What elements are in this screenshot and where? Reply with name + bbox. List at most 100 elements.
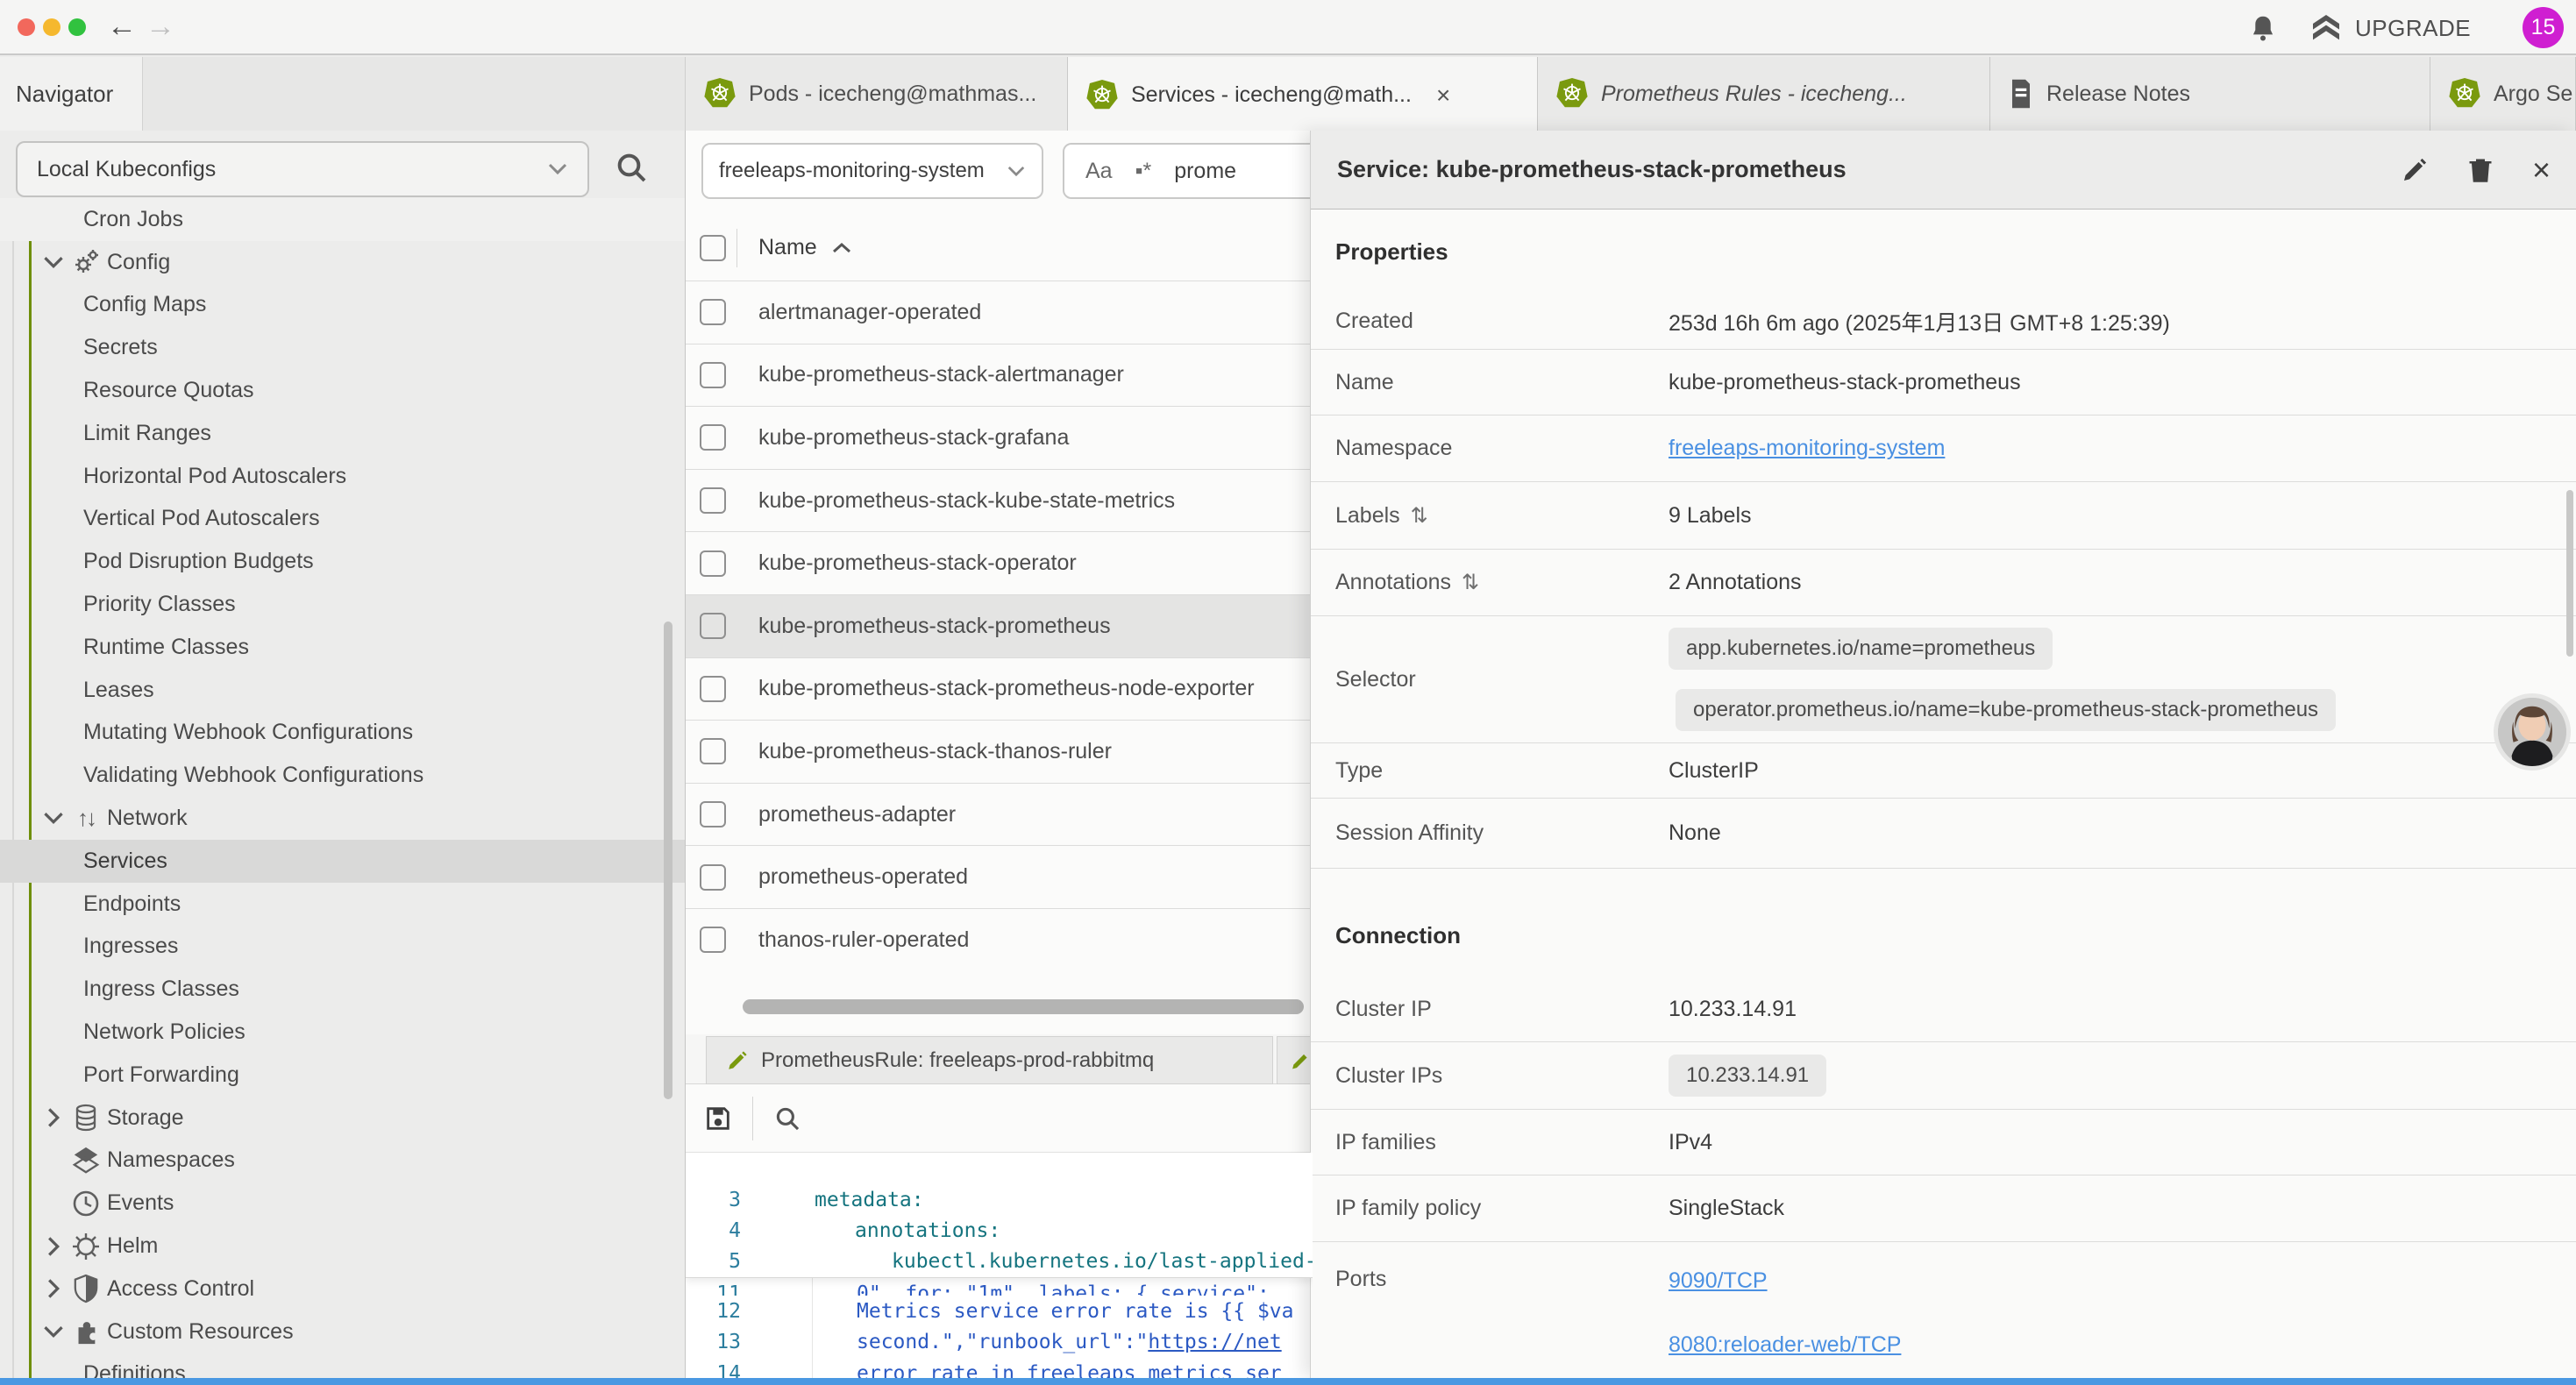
- panel-scrollbar[interactable]: [2566, 490, 2573, 657]
- yaml-link[interactable]: https://net: [1148, 1331, 1281, 1353]
- chevron-down-icon[interactable]: [39, 811, 68, 826]
- sidebar-item-network-policies[interactable]: Network Policies: [0, 1011, 686, 1054]
- table-row[interactable]: prometheus-operated: [686, 845, 1313, 908]
- sidebar-item-custom-resources[interactable]: Custom Resources: [0, 1310, 686, 1353]
- sidebar-item-network[interactable]: ↑↓Network: [0, 797, 686, 840]
- sidebar-item-horizontal-pod-autoscalers[interactable]: Horizontal Pod Autoscalers: [0, 455, 686, 498]
- table-row[interactable]: kube-prometheus-stack-grafana: [686, 406, 1313, 469]
- row-checkbox[interactable]: [700, 864, 726, 891]
- sidebar-item-ingresses[interactable]: Ingresses: [0, 926, 686, 969]
- tab-services-icecheng-math[interactable]: Services - icecheng@math...×: [1068, 57, 1538, 133]
- table-row[interactable]: kube-prometheus-stack-prometheus: [686, 594, 1313, 657]
- tab-release-notes[interactable]: Release Notes: [1990, 57, 2430, 131]
- search-icon[interactable]: [614, 150, 649, 185]
- chevron-down-icon[interactable]: [39, 1325, 68, 1339]
- sort-ascending-icon[interactable]: [831, 242, 852, 254]
- horizontal-scrollbar[interactable]: [743, 999, 1304, 1014]
- row-checkbox[interactable]: [700, 676, 726, 702]
- match-case-icon[interactable]: Aa: [1085, 159, 1113, 184]
- sidebar-item-storage[interactable]: Storage: [0, 1097, 686, 1140]
- row-checkbox[interactable]: [700, 424, 726, 451]
- assistant-avatar[interactable]: [2494, 693, 2571, 771]
- sidebar-item-definitions[interactable]: Definitions: [0, 1353, 686, 1378]
- port-link[interactable]: 8080:reloader-web/TCP: [1669, 1332, 1901, 1358]
- back-arrow-icon[interactable]: ←: [107, 9, 137, 44]
- sidebar-item-vertical-pod-autoscalers[interactable]: Vertical Pod Autoscalers: [0, 498, 686, 541]
- sidebar-item-runtime-classes[interactable]: Runtime Classes: [0, 626, 686, 669]
- yaml-text: Metrics service error rate is {{ $va: [857, 1300, 1294, 1323]
- close-panel-icon[interactable]: ×: [2532, 156, 2551, 184]
- sidebar-item-pod-disruption-budgets[interactable]: Pod Disruption Budgets: [0, 540, 686, 583]
- close-window-button[interactable]: [18, 18, 35, 36]
- sidebar-item-endpoints[interactable]: Endpoints: [0, 883, 686, 926]
- row-checkbox[interactable]: [700, 738, 726, 764]
- port-link[interactable]: 9090/TCP: [1669, 1268, 1768, 1294]
- row-checkbox[interactable]: [700, 801, 726, 827]
- sidebar-item-helm[interactable]: Helm: [0, 1225, 686, 1268]
- sort-updown-icon[interactable]: ⇅: [1462, 570, 1479, 595]
- minimize-window-button[interactable]: [43, 18, 60, 36]
- chevron-right-icon[interactable]: [39, 1277, 68, 1300]
- namespace-link[interactable]: freeleaps-monitoring-system: [1669, 436, 1945, 461]
- namespace-select[interactable]: freeleaps-monitoring-system: [701, 143, 1043, 199]
- delete-trash-icon[interactable]: [2467, 155, 2494, 185]
- sidebar-item-events[interactable]: Events: [0, 1182, 686, 1225]
- sidebar-scrollbar[interactable]: [664, 621, 672, 1099]
- sidebar-item-config[interactable]: Config: [0, 241, 686, 284]
- sidebar-item-resource-quotas[interactable]: Resource Quotas: [0, 369, 686, 412]
- chevron-down-icon[interactable]: [39, 255, 68, 270]
- row-checkbox[interactable]: [700, 299, 726, 325]
- sidebar-item-limit-ranges[interactable]: Limit Ranges: [0, 412, 686, 455]
- save-icon[interactable]: [703, 1104, 733, 1133]
- tab-prometheus-rules-icecheng[interactable]: Prometheus Rules - icecheng...: [1538, 57, 1990, 131]
- row-checkbox[interactable]: [700, 362, 726, 388]
- sidebar-item-priority-classes[interactable]: Priority Classes: [0, 583, 686, 626]
- tab-pods-icecheng-mathmas[interactable]: Pods - icecheng@mathmas...: [686, 57, 1068, 131]
- chevron-right-icon[interactable]: [39, 1106, 68, 1129]
- table-row[interactable]: kube-prometheus-stack-kube-state-metrics: [686, 469, 1313, 532]
- sidebar-item-config-maps[interactable]: Config Maps: [0, 284, 686, 327]
- name-column-header[interactable]: Name: [758, 235, 817, 260]
- row-checkbox[interactable]: [700, 927, 726, 953]
- table-row[interactable]: kube-prometheus-stack-prometheus-node-ex…: [686, 657, 1313, 721]
- table-row[interactable]: thanos-ruler-operated: [686, 908, 1313, 971]
- editor-tab-partial[interactable]: [1277, 1036, 1313, 1084]
- regex-icon[interactable]: ▪*: [1135, 159, 1152, 184]
- table-row[interactable]: kube-prometheus-stack-thanos-ruler: [686, 720, 1313, 783]
- sidebar-item-cron-jobs[interactable]: Cron Jobs: [0, 198, 686, 241]
- row-checkbox[interactable]: [700, 550, 726, 577]
- sidebar-item-services[interactable]: Services: [0, 840, 686, 883]
- notification-count-badge[interactable]: 15: [2523, 7, 2564, 48]
- sidebar-item-port-forwarding[interactable]: Port Forwarding: [0, 1054, 686, 1097]
- sidebar-item-leases[interactable]: Leases: [0, 669, 686, 712]
- zoom-window-button[interactable]: [68, 18, 86, 36]
- property-row-cluster-ip: Cluster IP10.233.14.91: [1311, 977, 2576, 1042]
- upgrade-button[interactable]: UPGRADE: [2308, 11, 2471, 46]
- forward-arrow-icon[interactable]: →: [146, 9, 175, 44]
- sidebar-item-namespaces[interactable]: Namespaces: [0, 1140, 686, 1183]
- editor-search-icon[interactable]: [772, 1104, 802, 1133]
- sidebar-item-access-control[interactable]: Access Control: [0, 1268, 686, 1310]
- table-row[interactable]: alertmanager-operated: [686, 281, 1313, 344]
- select-all-checkbox[interactable]: [700, 235, 726, 261]
- sidebar-item-validating-webhook-configurations[interactable]: Validating Webhook Configurations: [0, 754, 686, 797]
- sidebar-item-secrets[interactable]: Secrets: [0, 326, 686, 369]
- kubeconfig-select[interactable]: Local Kubeconfigs: [16, 141, 589, 197]
- table-row[interactable]: kube-prometheus-stack-operator: [686, 531, 1313, 594]
- editor-tab-prometheusrule[interactable]: PrometheusRule: freeleaps-prod-rabbitmq: [706, 1036, 1273, 1084]
- close-tab-icon[interactable]: ×: [1436, 82, 1450, 110]
- sidebar-item-ingress-classes[interactable]: Ingress Classes: [0, 968, 686, 1011]
- row-checkbox[interactable]: [700, 487, 726, 514]
- notifications-bell-icon[interactable]: [2246, 12, 2280, 46]
- edit-pencil-icon[interactable]: [2401, 156, 2429, 184]
- sort-updown-icon[interactable]: ⇅: [1411, 503, 1428, 529]
- yaml-editor[interactable]: 3metadata:4annotations:5kubectl.kubernet…: [686, 1153, 1313, 1378]
- sidebar-item-mutating-webhook-configurations[interactable]: Mutating Webhook Configurations: [0, 712, 686, 755]
- tab-navigator[interactable]: Navigator: [0, 57, 143, 131]
- table-row[interactable]: prometheus-adapter: [686, 783, 1313, 846]
- row-checkbox[interactable]: [700, 613, 726, 639]
- chevron-right-icon[interactable]: [39, 1235, 68, 1258]
- filter-input[interactable]: Aa ▪* prome: [1063, 143, 1313, 199]
- table-row[interactable]: kube-prometheus-stack-alertmanager: [686, 344, 1313, 407]
- tab-argo-se[interactable]: Argo Se: [2430, 57, 2576, 131]
